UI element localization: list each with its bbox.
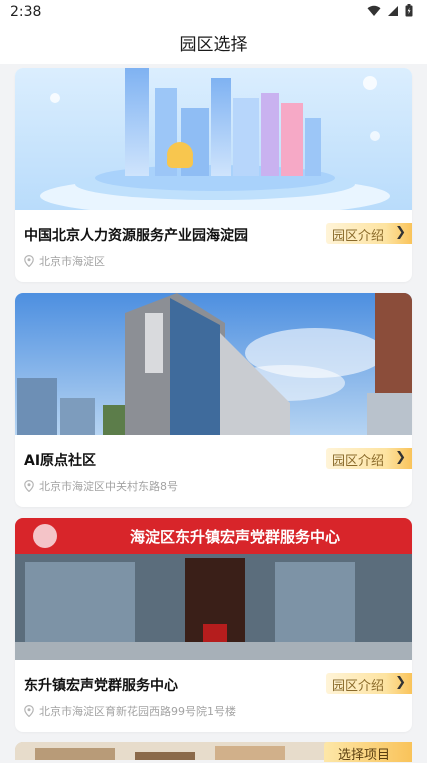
page-title: 园区选择	[179, 35, 248, 55]
park-card[interactable]: AI原点社区 园区介绍 ❯ 北京市海淀区中关村东路8号	[15, 293, 412, 507]
park-intro-button[interactable]: 园区介绍 ❯	[326, 448, 412, 469]
park-photo	[15, 293, 412, 435]
park-name: AI原点社区	[24, 453, 97, 469]
park-name: 东升镇宏声党群服务中心	[24, 678, 178, 694]
park-intro-label: 园区介绍	[332, 454, 385, 469]
park-intro-button[interactable]: 园区介绍 ❯	[326, 673, 412, 694]
chevron-right-icon: ❯	[395, 225, 406, 240]
location-pin-icon	[24, 255, 34, 267]
park-intro-label: 园区介绍	[332, 679, 385, 694]
park-list[interactable]: 中国北京人力资源服务产业园海淀园 园区介绍 ❯ 北京市海淀区 AI原点社区 园区…	[0, 64, 427, 760]
park-intro-label: 园区介绍	[332, 229, 385, 244]
park-address: 北京市海淀区中关村东路8号	[24, 478, 178, 494]
chevron-right-icon: ❯	[395, 675, 406, 690]
park-card[interactable]: 海淀区东升镇宏声党群服务中心 东升镇宏声党群服务中心 园区介绍 ❯ 北京市海淀区…	[15, 518, 412, 732]
nav-bar: 园区选择	[0, 26, 427, 64]
wifi-icon	[367, 5, 381, 16]
park-photo: 海淀区东升镇宏声党群服务中心	[15, 518, 412, 660]
park-photo	[15, 68, 412, 210]
location-pin-icon	[24, 705, 34, 717]
status-time: 2:38	[10, 4, 42, 20]
chevron-right-icon: ❯	[395, 450, 406, 465]
status-icons	[367, 4, 413, 17]
park-address-text: 北京市海淀区	[39, 255, 105, 268]
battery-icon	[405, 4, 413, 17]
park-card[interactable]: 中国北京人力资源服务产业园海淀园 园区介绍 ❯ 北京市海淀区	[15, 68, 412, 282]
park-address-text: 北京市海淀区中关村东路8号	[39, 480, 178, 493]
select-project-label: 选择项目	[338, 748, 391, 763]
park-address: 北京市海淀区育新花园西路99号院1号楼	[24, 703, 236, 719]
building-sign-text: 海淀区东升镇宏声党群服务中心	[130, 528, 340, 546]
park-address: 北京市海淀区	[24, 253, 105, 269]
park-name: 中国北京人力资源服务产业园海淀园	[24, 228, 248, 244]
park-intro-button[interactable]: 园区介绍 ❯	[326, 223, 412, 244]
location-pin-icon	[24, 480, 34, 492]
park-address-text: 北京市海淀区育新花园西路99号院1号楼	[39, 705, 236, 718]
signal-icon	[388, 5, 398, 16]
select-project-button[interactable]: 选择项目	[324, 742, 412, 763]
status-bar: 2:38	[0, 0, 427, 26]
